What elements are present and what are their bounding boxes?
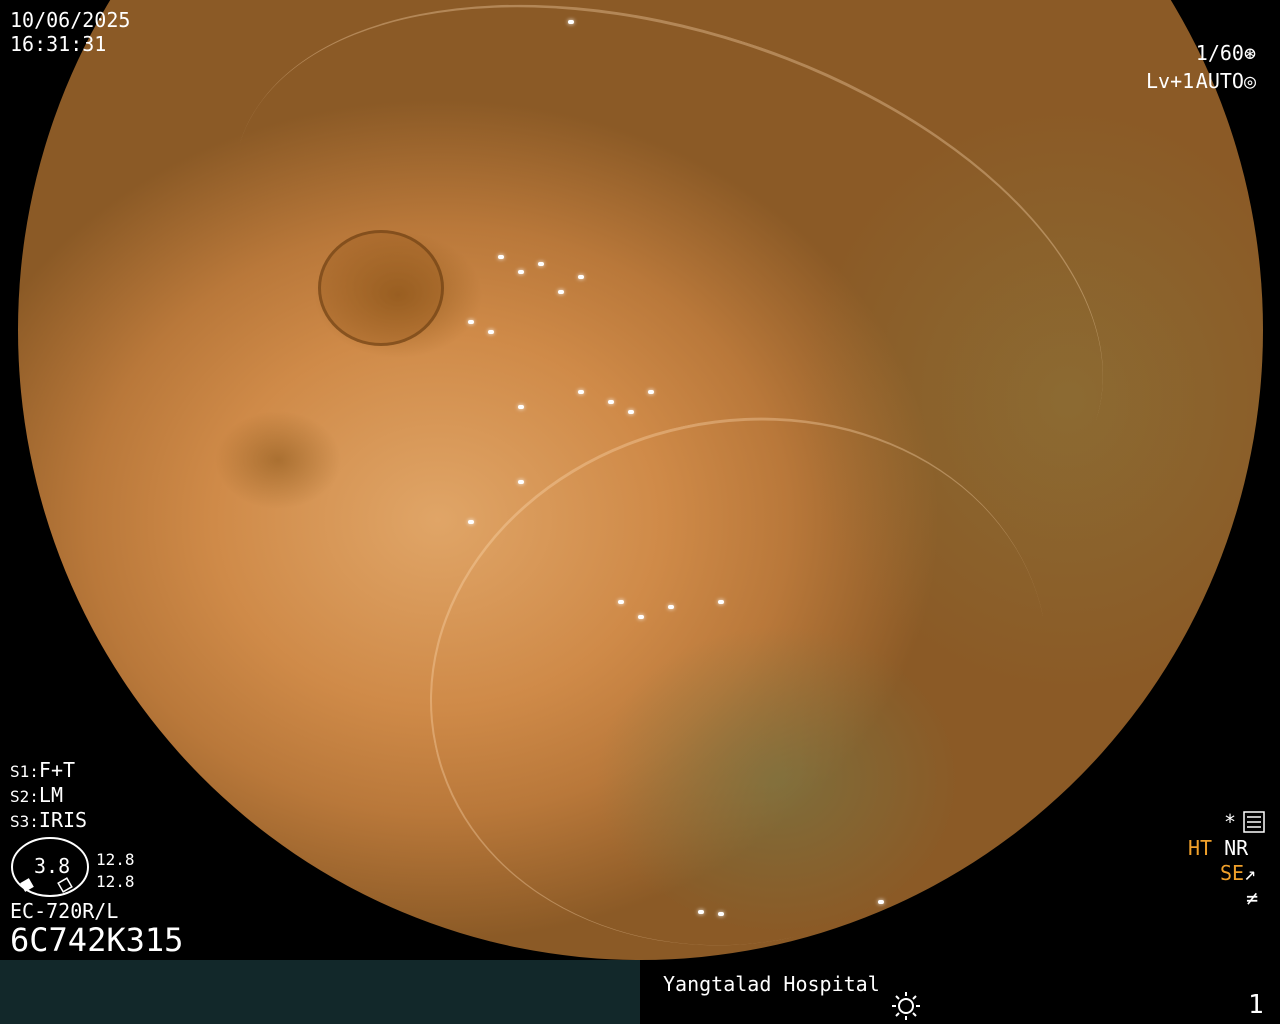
page-number: 1 (1248, 990, 1264, 1020)
scope-serial: 6C742K315 (10, 921, 184, 959)
date-label: 10/06/2025 (10, 8, 131, 32)
gauge-lower: 12.8 (96, 872, 135, 891)
gauge-upper: 12.8 (96, 850, 135, 869)
diverticulum (318, 230, 444, 346)
status-ht-nr: HT NR (1188, 836, 1248, 860)
footer-left-bar (0, 960, 640, 1024)
se-curve-icon: ↗ (1244, 861, 1257, 885)
asterisk-label: * (1224, 810, 1237, 834)
setting-s1: S1:F+T (10, 758, 76, 782)
setting-s2: S2:LM (10, 783, 63, 807)
time-label: 16:31:31 (10, 32, 107, 56)
setting-s3: S3:IRIS (10, 808, 88, 832)
mode-label: AUTO◎ (1195, 69, 1256, 93)
level-label: Lv+1 (1146, 69, 1195, 93)
hospital-name: Yangtalad Hospital (663, 972, 880, 996)
shutter-icon: ⊛ (1243, 41, 1256, 65)
se-label: SE (1220, 861, 1245, 885)
settings-panel-icon (1243, 811, 1265, 833)
iris-icon: ◎ (1243, 69, 1256, 93)
gauge-value: 3.8 (34, 854, 71, 878)
endoscope-image (18, 0, 1263, 960)
scope-model: EC-720R/L (10, 899, 119, 923)
shutter-label: 1/60⊛ (1195, 41, 1256, 65)
ht-label: HT (1188, 836, 1213, 860)
freeze-icon: ≠ (1246, 886, 1259, 910)
sun-icon (892, 992, 920, 1020)
nr-label: NR (1224, 836, 1249, 860)
